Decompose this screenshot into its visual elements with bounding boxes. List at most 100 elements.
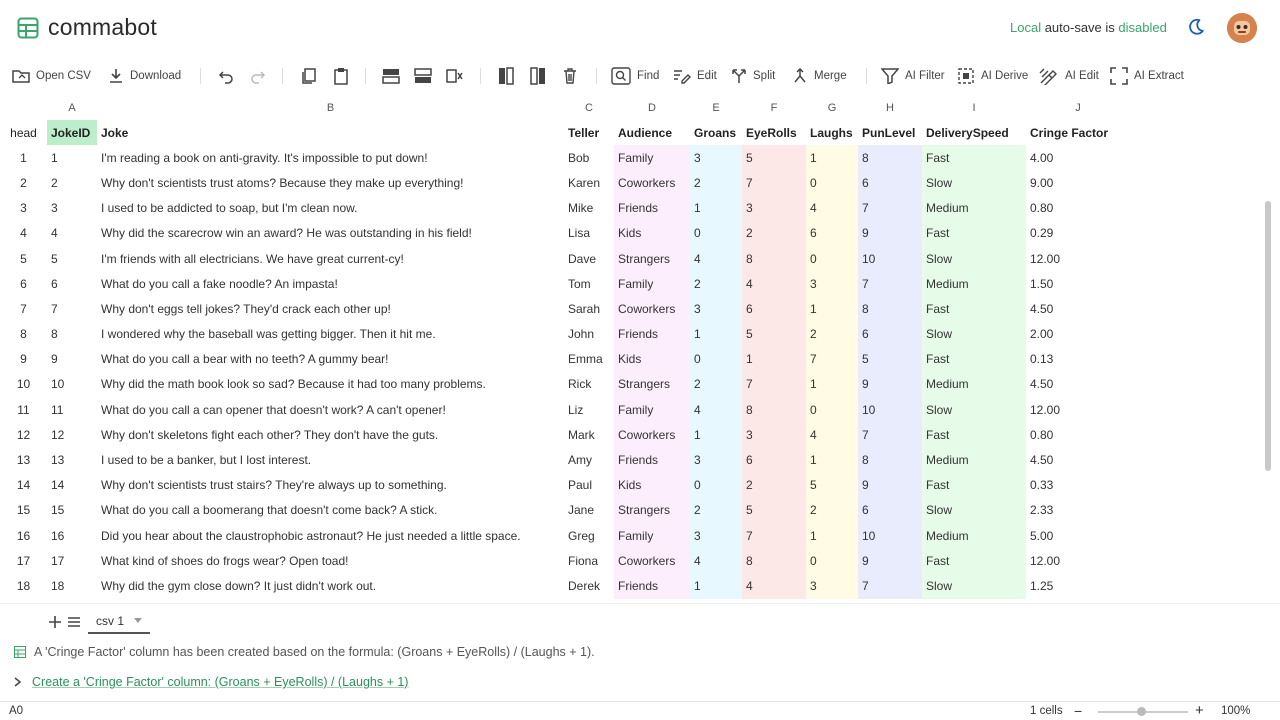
insert-row-above-button[interactable] bbox=[382, 58, 400, 94]
table-cell[interactable]: Jane bbox=[564, 497, 614, 523]
table-cell[interactable]: I used to be addicted to soap, but I'm c… bbox=[97, 195, 564, 221]
table-cell[interactable]: 13 bbox=[47, 447, 97, 473]
table-cell[interactable]: What do you call a can opener that doesn… bbox=[97, 397, 564, 423]
chevron-right-icon[interactable] bbox=[14, 677, 22, 687]
column-header[interactable]: Laughs bbox=[806, 120, 858, 145]
table-cell[interactable]: Slow bbox=[922, 245, 1026, 272]
table-cell[interactable]: Mark bbox=[564, 422, 614, 448]
open-csv-button[interactable]: Open CSV bbox=[12, 58, 91, 94]
table-cell[interactable]: Strangers bbox=[614, 497, 690, 523]
table-cell[interactable]: 17 bbox=[47, 548, 97, 574]
insert-column-left-button[interactable] bbox=[497, 58, 515, 94]
table-cell[interactable]: 3 bbox=[690, 145, 742, 171]
table-cell[interactable]: Slow bbox=[922, 573, 1026, 599]
copy-button[interactable] bbox=[300, 58, 318, 94]
table-cell[interactable]: 0.80 bbox=[1026, 422, 1130, 448]
table-cell[interactable]: 1.25 bbox=[1026, 573, 1130, 599]
table-cell[interactable]: 5 bbox=[742, 497, 806, 523]
table-cell[interactable]: 10 bbox=[858, 523, 922, 549]
column-letter[interactable]: E bbox=[690, 96, 742, 120]
table-cell[interactable]: Lisa bbox=[564, 220, 614, 246]
table-cell[interactable]: 0 bbox=[690, 346, 742, 372]
table-cell[interactable]: 0.29 bbox=[1026, 220, 1130, 246]
column-header[interactable]: JokeID bbox=[47, 120, 97, 146]
table-cell[interactable]: Why did the gym close down? It just didn… bbox=[97, 573, 564, 599]
table-cell[interactable]: 8 bbox=[858, 447, 922, 473]
user-avatar[interactable] bbox=[1227, 13, 1257, 43]
table-cell[interactable]: 4.50 bbox=[1026, 371, 1130, 398]
row-number[interactable]: 15 bbox=[0, 498, 47, 523]
row-number[interactable]: 12 bbox=[0, 422, 47, 447]
table-cell[interactable]: 10 bbox=[47, 371, 97, 398]
table-cell[interactable]: 4 bbox=[690, 548, 742, 574]
table-cell[interactable]: Medium bbox=[922, 195, 1026, 221]
table-cell[interactable]: 0 bbox=[690, 472, 742, 498]
split-button[interactable]: Split bbox=[731, 58, 775, 94]
table-cell[interactable]: 7 bbox=[858, 573, 922, 599]
table-cell[interactable]: 6 bbox=[858, 497, 922, 523]
ai-derive-button[interactable]: AI Derive bbox=[957, 58, 1028, 94]
table-cell[interactable]: Bob bbox=[564, 145, 614, 171]
table-cell[interactable]: 4.50 bbox=[1026, 447, 1130, 473]
table-cell[interactable]: Friends bbox=[614, 195, 690, 221]
table-cell[interactable]: 6 bbox=[858, 170, 922, 196]
download-button[interactable]: Download bbox=[108, 58, 181, 94]
row-number[interactable]: 18 bbox=[0, 573, 47, 598]
table-cell[interactable]: Medium bbox=[922, 447, 1026, 473]
table-cell[interactable]: 7 bbox=[858, 422, 922, 448]
table-cell[interactable]: Family bbox=[614, 397, 690, 423]
table-cell[interactable]: 18 bbox=[47, 573, 97, 599]
table-cell[interactable]: Rick bbox=[564, 371, 614, 398]
undo-button[interactable] bbox=[218, 58, 234, 94]
table-cell[interactable]: Coworkers bbox=[614, 548, 690, 574]
table-cell[interactable]: 15 bbox=[47, 497, 97, 523]
table-cell[interactable]: 12.00 bbox=[1026, 245, 1130, 272]
app-logo[interactable]: commabot bbox=[16, 14, 157, 41]
table-cell[interactable]: Fast bbox=[922, 220, 1026, 246]
table-cell[interactable]: 1 bbox=[806, 523, 858, 549]
zoom-out-button[interactable]: − bbox=[1074, 703, 1082, 719]
table-cell[interactable]: 2 bbox=[806, 497, 858, 523]
table-cell[interactable]: 2 bbox=[47, 170, 97, 196]
table-cell[interactable]: 8 bbox=[742, 245, 806, 272]
table-cell[interactable]: Fast bbox=[922, 346, 1026, 372]
column-header[interactable]: Groans bbox=[690, 120, 742, 145]
table-cell[interactable]: What do you call a boomerang that doesn'… bbox=[97, 497, 564, 523]
table-cell[interactable]: Kids bbox=[614, 472, 690, 498]
table-cell[interactable]: What kind of shoes do frogs wear? Open t… bbox=[97, 548, 564, 574]
row-number[interactable]: 13 bbox=[0, 447, 47, 472]
column-letter[interactable]: B bbox=[97, 96, 564, 120]
table-cell[interactable]: 6 bbox=[806, 220, 858, 246]
table-cell[interactable]: 14 bbox=[47, 472, 97, 498]
table-cell[interactable]: John bbox=[564, 321, 614, 347]
table-cell[interactable]: 0 bbox=[806, 548, 858, 574]
column-letter[interactable]: A bbox=[47, 96, 97, 120]
table-cell[interactable]: 7 bbox=[742, 371, 806, 398]
table-cell[interactable]: Tom bbox=[564, 271, 614, 297]
autosave-status[interactable]: Local auto-save is disabled bbox=[1010, 20, 1167, 35]
table-cell[interactable]: 0 bbox=[806, 397, 858, 423]
table-cell[interactable]: 3 bbox=[806, 573, 858, 599]
row-number[interactable]: 6 bbox=[0, 271, 47, 296]
table-cell[interactable]: Strangers bbox=[614, 245, 690, 272]
table-cell[interactable]: 3 bbox=[742, 195, 806, 221]
table-cell[interactable]: I'm friends with all electricians. We ha… bbox=[97, 245, 564, 272]
table-cell[interactable]: 4 bbox=[806, 422, 858, 448]
table-cell[interactable]: 0.33 bbox=[1026, 472, 1130, 498]
row-number[interactable]: 10 bbox=[0, 372, 47, 397]
column-letter[interactable]: D bbox=[614, 96, 690, 120]
table-cell[interactable]: Friends bbox=[614, 573, 690, 599]
chevron-down-icon[interactable] bbox=[134, 618, 143, 624]
table-cell[interactable]: 8 bbox=[858, 145, 922, 171]
column-letter[interactable]: F bbox=[742, 96, 806, 120]
table-cell[interactable]: 10 bbox=[858, 397, 922, 423]
table-cell[interactable]: 3 bbox=[806, 271, 858, 297]
column-letter[interactable]: G bbox=[806, 96, 858, 120]
table-cell[interactable]: Coworkers bbox=[614, 170, 690, 196]
table-cell[interactable]: 4 bbox=[47, 220, 97, 246]
table-cell[interactable]: 5 bbox=[806, 472, 858, 498]
table-cell[interactable]: Slow bbox=[922, 321, 1026, 347]
table-cell[interactable]: 5 bbox=[742, 321, 806, 347]
table-cell[interactable]: 2.00 bbox=[1026, 321, 1130, 347]
table-cell[interactable]: 7 bbox=[47, 296, 97, 322]
